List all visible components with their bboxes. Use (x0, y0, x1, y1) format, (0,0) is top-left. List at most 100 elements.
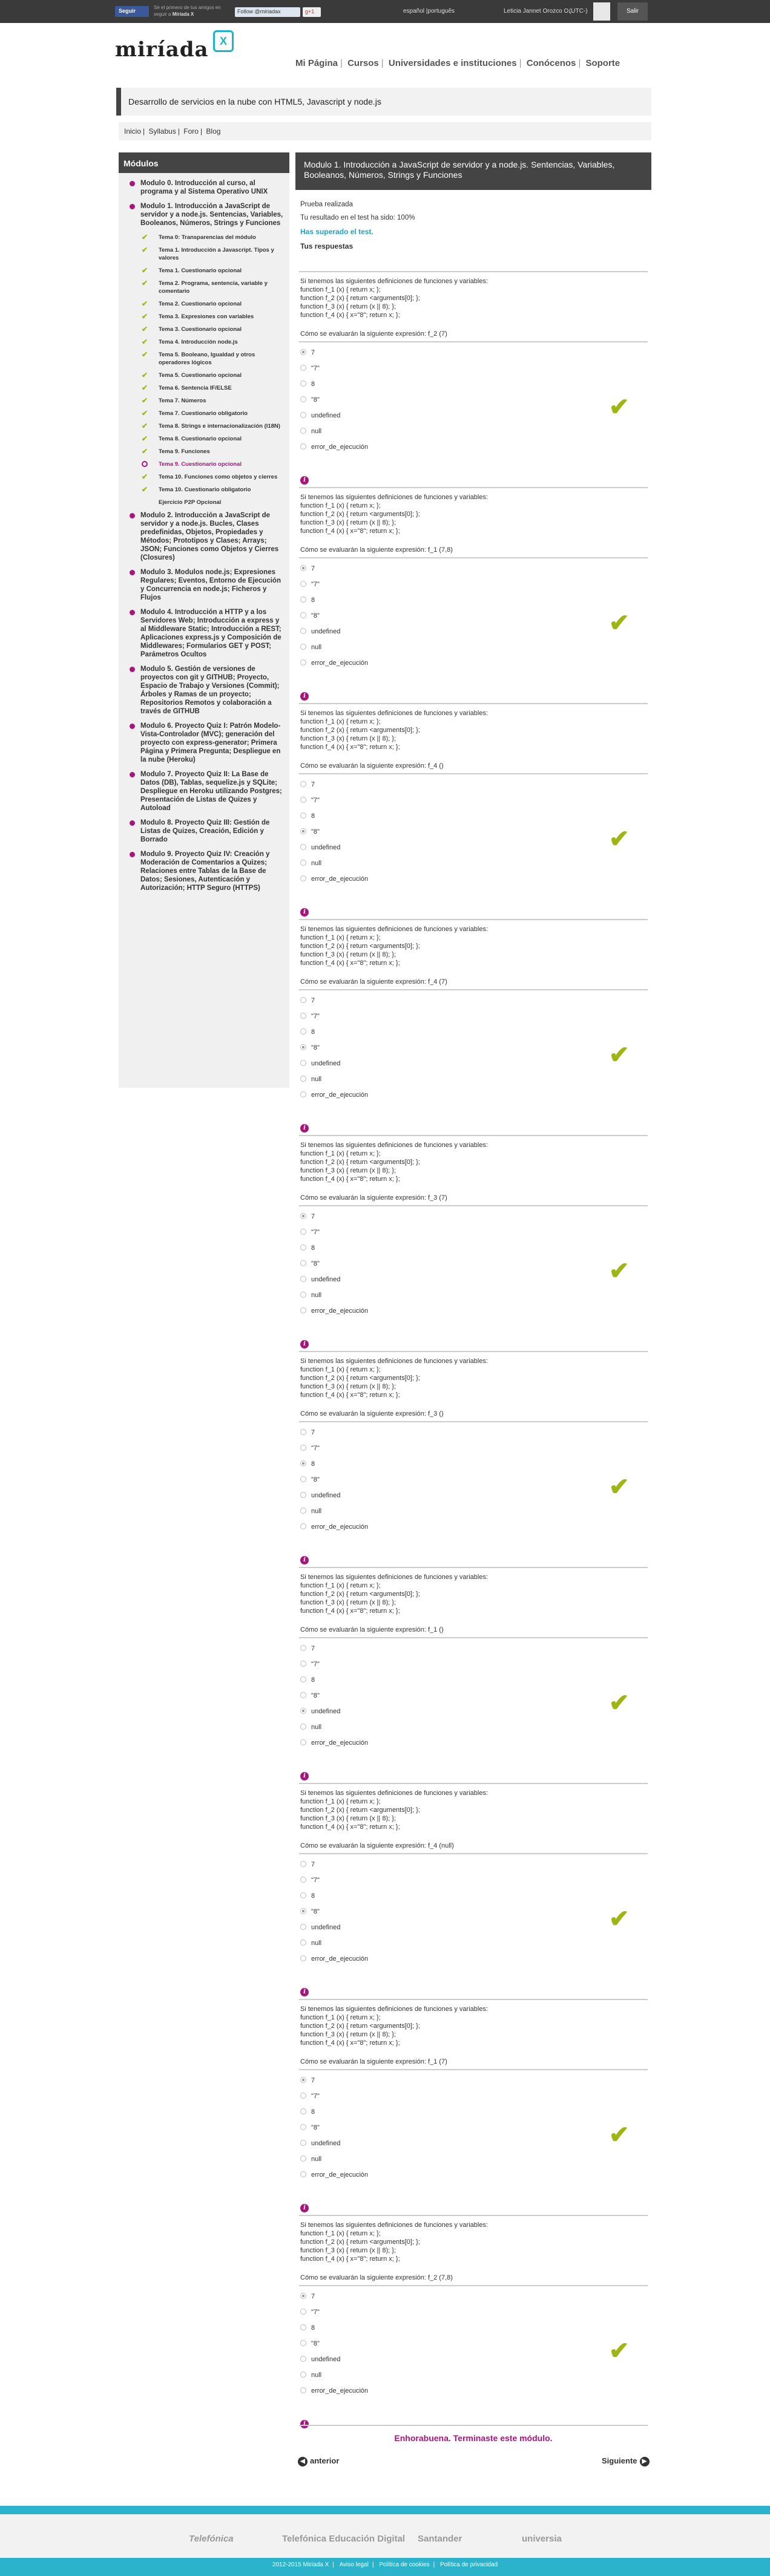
topic-item[interactable]: ✔ Tema 5. Cuestionario opcional (140, 371, 283, 379)
subnav-inicio[interactable]: Inicio (124, 127, 141, 136)
answer-option[interactable]: "7" (300, 796, 639, 812)
answer-option[interactable]: undefined (300, 1275, 639, 1291)
topic-item[interactable]: ✔ Tema 3. Expresiones con variables (140, 313, 283, 321)
nav-conocenos[interactable]: Conócenos (527, 58, 576, 68)
topic-item[interactable]: Tema 9. Cuestionario opcional (140, 460, 283, 468)
answer-option[interactable]: 7 (300, 780, 639, 796)
radio-button[interactable] (300, 1445, 306, 1451)
subnav-blog[interactable]: Blog (206, 127, 220, 136)
radio-button[interactable] (300, 612, 306, 618)
answer-option[interactable]: 8 (300, 812, 639, 828)
subnav-foro[interactable]: Foro (183, 127, 199, 136)
module-6[interactable]: Modulo 6. Proyecto Quiz I: Patrón Modelo… (126, 722, 283, 764)
answer-option[interactable]: "8" (300, 1044, 639, 1059)
radio-button[interactable] (300, 1508, 306, 1514)
radio-button[interactable] (300, 1877, 306, 1883)
answer-option[interactable]: error_de_ejecución (300, 2171, 639, 2186)
answer-option[interactable]: null (300, 427, 639, 443)
answer-option[interactable]: null (300, 1723, 639, 1739)
radio-button[interactable] (300, 860, 306, 866)
topic-item[interactable]: ✔ Tema 10. Funciones como objetos y cierr… (140, 473, 283, 481)
answer-option[interactable]: error_de_ejecución (300, 2387, 639, 2402)
answer-option[interactable]: error_de_ejecución (300, 875, 639, 891)
radio-button[interactable] (300, 2293, 306, 2299)
radio-button[interactable] (300, 781, 306, 787)
radio-button[interactable] (300, 1213, 306, 1219)
radio-button[interactable] (300, 2124, 306, 2130)
answer-option[interactable]: "7" (300, 2092, 639, 2108)
privacy-link[interactable]: Política de privacidad (440, 2561, 498, 2568)
radio-button[interactable] (300, 1661, 306, 1667)
answer-option[interactable]: undefined (300, 1707, 639, 1723)
radio-button[interactable] (300, 365, 306, 371)
radio-button[interactable] (300, 1229, 306, 1235)
radio-button[interactable] (300, 1044, 306, 1050)
user-name[interactable]: Leticia Jannet Orozco O... (504, 8, 574, 15)
answer-option[interactable]: 7 (300, 2292, 639, 2308)
gplus-button[interactable]: g+1 (303, 7, 321, 17)
cookies-link[interactable]: Política de cookies (379, 2561, 429, 2568)
answer-option[interactable]: 8 (300, 1244, 639, 1260)
nav-soporte[interactable]: Soporte (585, 58, 620, 68)
answer-option[interactable]: error_de_ejecución (300, 443, 639, 459)
radio-button[interactable] (300, 628, 306, 634)
answer-option[interactable]: error_de_ejecución (300, 1307, 639, 1322)
radio-button[interactable] (300, 412, 306, 418)
radio-button[interactable] (300, 1892, 306, 1898)
radio-button[interactable] (300, 1676, 306, 1682)
answer-option[interactable]: "8" (300, 1476, 639, 1491)
radio-button[interactable] (300, 2372, 306, 2378)
answer-option[interactable]: 8 (300, 380, 639, 396)
answer-option[interactable]: error_de_ejecución (300, 1739, 639, 1754)
radio-button[interactable] (300, 1924, 306, 1930)
logo-mark-icon[interactable]: X (213, 30, 234, 52)
info-icon[interactable]: i (300, 908, 309, 917)
radio-button[interactable] (300, 2356, 306, 2362)
topic-item[interactable]: ✔ Tema 1. Introducción a Javascript. Tipo… (140, 246, 283, 262)
info-icon[interactable]: i (300, 1988, 309, 1996)
module-5[interactable]: Modulo 5. Gestión de versiones de proyec… (126, 665, 283, 716)
radio-button[interactable] (300, 1692, 306, 1698)
answer-option[interactable]: 7 (300, 1644, 639, 1660)
answer-option[interactable]: error_de_ejecución (300, 1955, 639, 1970)
module-9[interactable]: Modulo 9. Proyecto Quiz IV: Creación y M… (126, 850, 283, 892)
answer-option[interactable]: null (300, 1507, 639, 1523)
answer-option[interactable]: "7" (300, 580, 639, 596)
radio-button[interactable] (300, 581, 306, 587)
radio-button[interactable] (300, 1276, 306, 1282)
answer-option[interactable]: "7" (300, 1660, 639, 1676)
info-icon[interactable]: i (300, 692, 309, 701)
radio-button[interactable] (300, 428, 306, 434)
info-icon[interactable]: i (300, 1124, 309, 1133)
answer-option[interactable]: 7 (300, 996, 639, 1012)
topic-item[interactable]: ✔ Tema 2. Cuestionario opcional (140, 300, 283, 308)
logout-button[interactable]: Salir (617, 2, 648, 21)
radio-button[interactable] (300, 1724, 306, 1730)
radio-button[interactable] (300, 2309, 306, 2315)
answer-option[interactable]: null (300, 1939, 639, 1955)
radio-button[interactable] (300, 1523, 306, 1529)
answer-option[interactable]: null (300, 1291, 639, 1307)
radio-button[interactable] (300, 812, 306, 819)
module-3[interactable]: Modulo 3. Modulos node.js; Expresiones R… (126, 568, 283, 602)
answer-option[interactable]: 8 (300, 2324, 639, 2339)
logo-universia[interactable]: universia (522, 2534, 562, 2544)
answer-option[interactable]: "8" (300, 2339, 639, 2355)
answer-option[interactable]: "7" (300, 1444, 639, 1460)
answer-option[interactable]: "8" (300, 612, 639, 627)
answer-option[interactable]: 8 (300, 1028, 639, 1044)
radio-button[interactable] (300, 2171, 306, 2177)
answer-option[interactable]: undefined (300, 411, 639, 427)
radio-button[interactable] (300, 1645, 306, 1651)
answer-option[interactable]: 8 (300, 1892, 639, 1907)
answer-option[interactable]: "8" (300, 396, 639, 411)
radio-button[interactable] (300, 1476, 306, 1482)
facebook-follow-button[interactable]: Seguir (115, 6, 149, 17)
language-switcher[interactable]: español |português (403, 8, 455, 15)
answer-option[interactable]: "8" (300, 1260, 639, 1275)
radio-button[interactable] (300, 1028, 306, 1035)
topic-item[interactable]: ✔ Tema 2. Programa, sentencia, variable y… (140, 280, 283, 295)
radio-button[interactable] (300, 844, 306, 850)
topic-item[interactable]: ✔ Tema 3. Cuestionario opcional (140, 325, 283, 333)
topic-item[interactable]: ✔ Tema 5. Booleano, Igualdad y otros oper… (140, 351, 283, 367)
